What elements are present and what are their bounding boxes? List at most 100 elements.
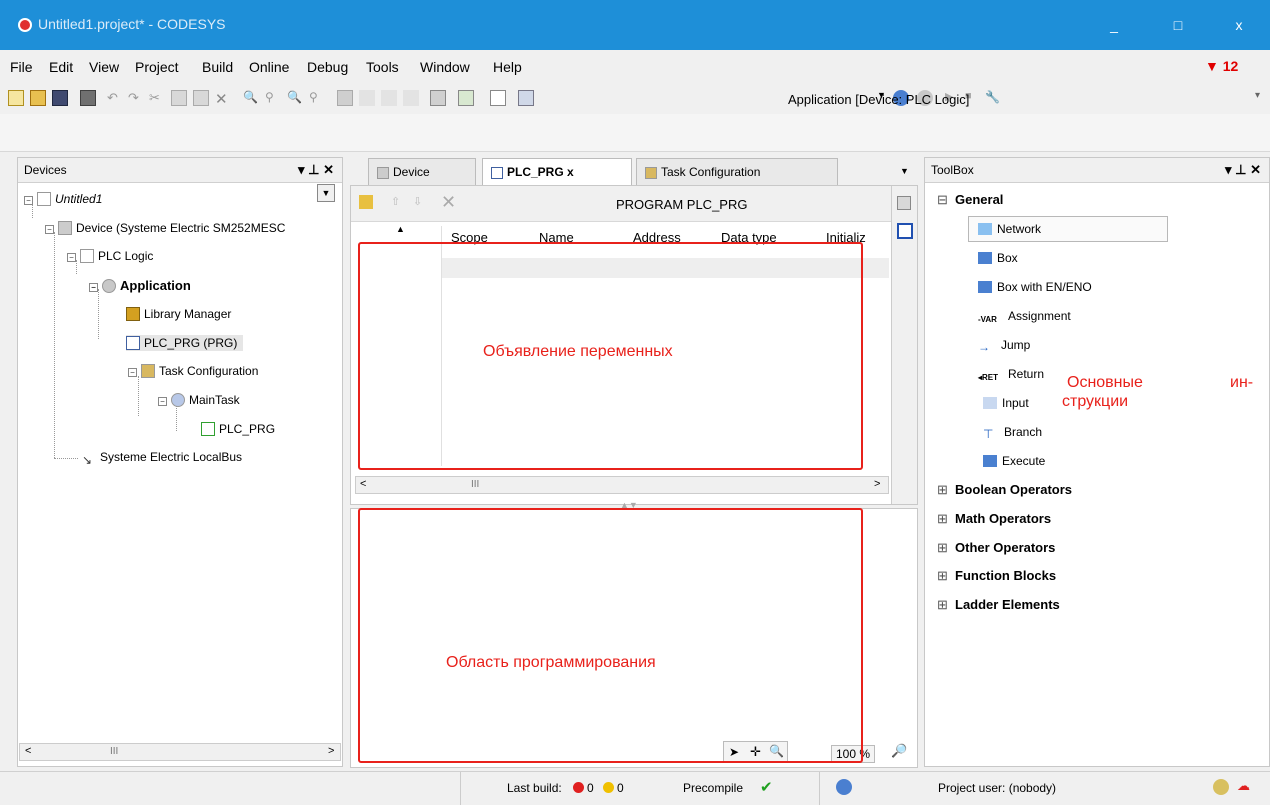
copy-icon[interactable] (171, 90, 187, 106)
zoom-search-icon[interactable]: 🔎 (891, 743, 907, 759)
visualization-icon[interactable] (518, 90, 534, 106)
toolbox-panel-controls[interactable]: ▾ ⊥ ✕ (1225, 162, 1261, 178)
shield-icon[interactable] (1213, 779, 1229, 795)
tree-item-plc-prg[interactable]: PLC_PRG (PRG) (126, 335, 244, 351)
toolbox-item-branch[interactable]: ⊤ Branch (983, 425, 1042, 441)
menu-online[interactable]: Online (249, 59, 289, 75)
auto-declare-icon[interactable] (359, 195, 373, 209)
collapse-icon[interactable]: − (67, 253, 76, 262)
bookmark-icon[interactable] (337, 90, 353, 106)
build-errors[interactable]: 0 (570, 781, 594, 795)
collapse-icon[interactable]: − (45, 225, 54, 234)
toolbox-item-box-en-eno[interactable]: Box with EN/ENO (978, 280, 1092, 294)
redo-icon[interactable]: ↷ (128, 90, 144, 106)
tree-item-localbus[interactable]: ↘ Systeme Electric LocalBus (82, 450, 242, 467)
minimize-button[interactable]: _ (1103, 14, 1125, 36)
open-folder-icon[interactable] (30, 90, 46, 106)
menu-debug[interactable]: Debug (307, 59, 348, 75)
collapse-icon[interactable]: − (89, 283, 98, 292)
tree-item-task-configuration[interactable]: − Task Configuration (128, 364, 258, 378)
collapse-icon[interactable]: − (128, 368, 137, 377)
toolbox-item-box[interactable]: Box (978, 251, 1018, 265)
bookmark-next-icon[interactable] (359, 90, 375, 106)
tree-item-project[interactable]: − Untitled1 (24, 192, 102, 206)
replace-icon[interactable]: 🔍 (287, 90, 303, 106)
expand-icon[interactable]: ⊞ (937, 511, 948, 527)
devices-panel-controls[interactable]: ▾ ⊥ ✕ (298, 162, 334, 178)
scroll-left-icon[interactable]: < (25, 745, 31, 757)
declaration-hscrollbar[interactable]: < III > (355, 476, 889, 494)
toolbox-item-return[interactable]: ◂RET Return (978, 367, 1044, 385)
expand-icon[interactable]: ⊞ (937, 540, 948, 556)
find-icon[interactable]: 🔍 (243, 90, 259, 106)
menu-file[interactable]: File (10, 59, 33, 75)
category-ladder-elements[interactable]: ⊞ Ladder Elements (937, 597, 1060, 613)
cloud-icon[interactable]: ☁ (1237, 778, 1250, 794)
collapse-icon[interactable]: − (24, 196, 33, 205)
devices-hscrollbar[interactable]: < III > (19, 743, 341, 761)
tree-item-plc-logic[interactable]: − PLC Logic (67, 249, 153, 263)
new-file-icon[interactable] (8, 90, 24, 106)
toolbox-item-assignment[interactable]: -VAR Assignment (978, 309, 1071, 327)
application-selector[interactable]: Application [Device: PLC Logic] (788, 92, 969, 107)
tree-item-library-manager[interactable]: Library Manager (126, 307, 231, 321)
category-function-blocks[interactable]: ⊞ Function Blocks (937, 568, 1056, 584)
find-next-icon[interactable]: ⚲ (265, 90, 281, 106)
expand-icon[interactable]: ⊞ (937, 597, 948, 613)
undo-icon[interactable]: ↶ (107, 90, 123, 106)
toolbar-overflow-icon[interactable]: ▾ (1255, 90, 1270, 106)
menu-window[interactable]: Window (420, 59, 470, 75)
online-status-icon[interactable] (836, 779, 852, 795)
move-up-icon[interactable]: ⇧ (391, 195, 400, 208)
maximize-button[interactable]: □ (1167, 14, 1189, 36)
category-general[interactable]: ⊟ General (937, 192, 1003, 208)
tree-item-device[interactable]: − Device (Systeme Electric SM252MESC (45, 221, 285, 235)
page-icon[interactable] (490, 90, 506, 106)
replace-next-icon[interactable]: ⚲ (309, 90, 325, 106)
menu-edit[interactable]: Edit (49, 59, 73, 75)
tab-list-dropdown-icon[interactable]: ▼ (900, 166, 909, 176)
tab-plc-prg[interactable]: PLC_PRG x (482, 158, 632, 185)
menu-view[interactable]: View (89, 59, 119, 75)
tabular-view-icon[interactable] (897, 223, 913, 239)
delete-icon[interactable]: ✕ (215, 90, 231, 108)
toolbox-item-network[interactable]: Network (978, 222, 1041, 236)
scroll-right-icon[interactable]: > (874, 478, 880, 490)
error-count-badge[interactable]: ▼ 12 (1205, 58, 1238, 74)
tab-close-icon[interactable]: x (567, 165, 574, 179)
menu-project[interactable]: Project (135, 59, 179, 75)
toolbox-item-execute[interactable]: Execute (983, 454, 1045, 468)
expand-icon[interactable]: ⊞ (937, 568, 948, 584)
build-warnings[interactable]: 0 (600, 781, 624, 795)
menu-build[interactable]: Build (202, 59, 233, 75)
expand-icon[interactable]: ⊞ (937, 482, 948, 498)
textual-view-icon[interactable] (897, 196, 911, 210)
category-other-operators[interactable]: ⊞ Other Operators (937, 540, 1055, 556)
cut-icon[interactable]: ✂ (149, 90, 165, 106)
tree-item-maintask[interactable]: − MainTask (158, 393, 240, 407)
delete-variable-icon[interactable]: ✕ (441, 192, 456, 213)
toolbox-item-jump[interactable]: → Jump (978, 338, 1030, 354)
device-icon[interactable] (430, 90, 446, 106)
paste-icon[interactable] (193, 90, 209, 106)
category-boolean-operators[interactable]: ⊞ Boolean Operators (937, 482, 1072, 498)
tab-device[interactable]: Device (368, 158, 476, 185)
move-down-icon[interactable]: ⇩ (413, 195, 422, 208)
save-icon[interactable] (52, 90, 68, 106)
collapse-icon[interactable]: ⊟ (937, 192, 948, 208)
sort-arrow-icon[interactable]: ▲ (396, 224, 405, 234)
tree-item-application[interactable]: − Application (89, 278, 191, 293)
bookmark-clear-icon[interactable] (403, 90, 419, 106)
print-icon[interactable] (80, 90, 96, 106)
scroll-left-icon[interactable]: < (360, 478, 366, 490)
menu-tools[interactable]: Tools (366, 59, 399, 75)
collapse-icon[interactable]: − (158, 397, 167, 406)
toolbox-item-input[interactable]: Input (983, 396, 1029, 410)
tree-item-task-call[interactable]: PLC_PRG (201, 422, 275, 436)
add-object-icon[interactable] (458, 90, 474, 106)
tab-task-configuration[interactable]: Task Configuration (636, 158, 838, 185)
reset-icon[interactable]: 🔧 (985, 90, 1001, 106)
bookmark-prev-icon[interactable] (381, 90, 397, 106)
scroll-right-icon[interactable]: > (328, 745, 334, 757)
devices-dropdown-icon[interactable]: ▼ (317, 184, 335, 202)
